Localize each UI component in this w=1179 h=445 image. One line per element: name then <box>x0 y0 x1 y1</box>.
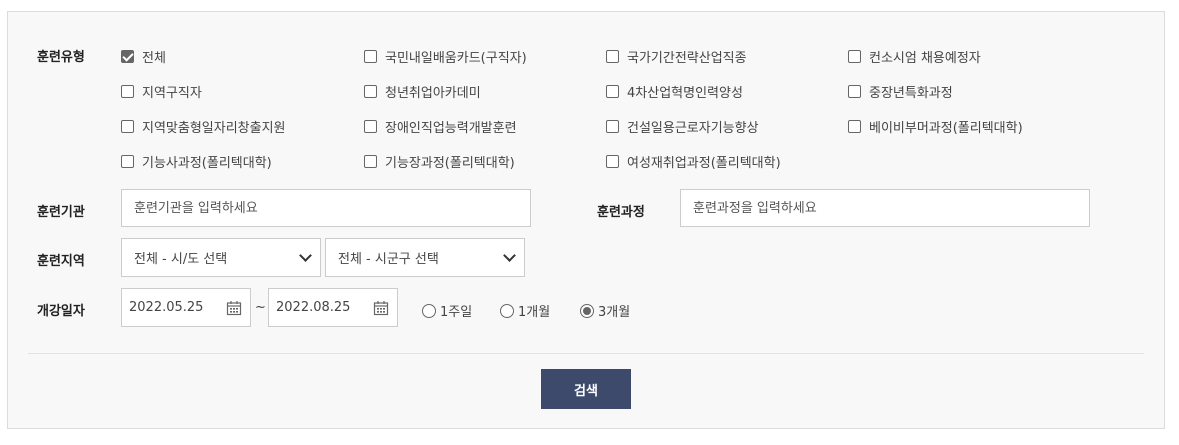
checkbox-label: 국가기간전략산업직종 <box>627 51 747 66</box>
checkbox-middle-aged[interactable]: 중장년특화과정 <box>848 82 953 101</box>
checkbox-baby-boomer[interactable]: 베이비부머과정(폴리텍대학) <box>848 117 1023 136</box>
province-select[interactable]: 전체 - 시/도 선택 <box>121 238 321 277</box>
course-input[interactable] <box>680 189 1090 227</box>
radio-1-week[interactable]: 1주일 <box>422 301 472 320</box>
checkbox-icon[interactable] <box>364 120 377 133</box>
checkbox-disabled-training[interactable]: 장애인직업능력개발훈련 <box>364 117 517 136</box>
calendar-icon[interactable] <box>226 300 242 316</box>
checkbox-label: 국민내일배움카드(구직자) <box>385 51 527 66</box>
checkbox-women-reemployment[interactable]: 여성재취업과정(폴리텍대학) <box>606 152 781 171</box>
checkbox-icon[interactable] <box>848 85 861 98</box>
calendar-icon[interactable] <box>373 300 389 316</box>
checkbox-construction-workers[interactable]: 건설일용근로자기능향상 <box>606 117 759 136</box>
date-to-value: 2022.08.25 <box>276 300 351 315</box>
province-select-value: 전체 - 시/도 선택 <box>134 252 228 267</box>
checkbox-label: 건설일용근로자기능향상 <box>627 121 759 136</box>
radio-1-month[interactable]: 1개월 <box>500 301 550 320</box>
checkbox-icon[interactable] <box>364 50 377 63</box>
checkbox-icon[interactable] <box>364 155 377 168</box>
checkbox-icon[interactable] <box>364 85 377 98</box>
checkbox-regional-jobseeker[interactable]: 지역구직자 <box>121 82 202 101</box>
region-label: 훈련지역 <box>37 254 85 269</box>
radio-label: 1주일 <box>440 305 473 320</box>
checkbox-4th-industrial[interactable]: 4차산업혁명인력양성 <box>606 82 743 101</box>
radio-selected-icon[interactable] <box>580 303 594 318</box>
chevron-down-icon <box>299 249 312 262</box>
checkbox-label: 컨소시엄 채용예정자 <box>869 51 981 66</box>
date-from-field[interactable]: 2022.05.25 <box>121 288 251 327</box>
checkbox-icon[interactable] <box>606 50 619 63</box>
checkbox-label: 지역맞춤형일자리창출지원 <box>142 121 286 136</box>
divider <box>28 353 1144 354</box>
district-select-value: 전체 - 시군구 선택 <box>338 252 439 267</box>
checkbox-national-strategic[interactable]: 국가기간전략산업직종 <box>606 47 747 66</box>
checkbox-icon[interactable] <box>121 120 134 133</box>
date-from-value: 2022.05.25 <box>129 300 204 315</box>
checkbox-icon[interactable] <box>606 85 619 98</box>
checkbox-label: 베이비부머과정(폴리텍대학) <box>869 121 1023 136</box>
checkbox-label: 중장년특화과정 <box>869 86 953 101</box>
checkbox-all[interactable]: 전체 <box>121 47 166 66</box>
checkbox-youth-academy[interactable]: 청년취업아카데미 <box>364 82 481 101</box>
checkbox-label: 지역구직자 <box>142 86 202 101</box>
course-label: 훈련과정 <box>597 205 645 220</box>
checkbox-label: 장애인직업능력개발훈련 <box>385 121 517 136</box>
checkbox-icon[interactable] <box>121 155 134 168</box>
radio-label: 3개월 <box>598 305 631 320</box>
district-select[interactable]: 전체 - 시군구 선택 <box>325 238 525 277</box>
checkbox-label: 청년취업아카데미 <box>385 86 481 101</box>
checkbox-icon[interactable] <box>121 85 134 98</box>
search-button[interactable]: 검색 <box>541 369 631 409</box>
radio-icon[interactable] <box>500 303 514 318</box>
checkbox-label: 4차산업혁명인력양성 <box>627 86 743 101</box>
checkbox-label: 기능장과정(폴리텍대학) <box>385 156 515 171</box>
checkbox-national-card[interactable]: 국민내일배움카드(구직자) <box>364 47 527 66</box>
checkbox-consortium[interactable]: 컨소시엄 채용예정자 <box>848 47 981 66</box>
institution-label: 훈련기관 <box>37 205 85 220</box>
checkbox-label: 기능사과정(폴리텍대학) <box>142 156 272 171</box>
radio-3-months[interactable]: 3개월 <box>580 301 630 320</box>
institution-input[interactable] <box>121 189 531 227</box>
search-filter-panel: 훈련유형 전체 국민내일배움카드(구직자) 국가기간전략산업직종 컨소시엄 채용… <box>7 11 1165 429</box>
checkbox-label: 전체 <box>142 51 166 66</box>
radio-icon[interactable] <box>422 303 436 318</box>
radio-label: 1개월 <box>518 305 551 320</box>
start-date-label: 개강일자 <box>37 304 85 319</box>
checkbox-icon[interactable] <box>606 155 619 168</box>
checkbox-label: 여성재취업과정(폴리텍대학) <box>627 156 781 171</box>
checkbox-checked-icon[interactable] <box>121 50 134 63</box>
date-to-field[interactable]: 2022.08.25 <box>268 288 398 327</box>
checkbox-master-craftsman[interactable]: 기능장과정(폴리텍대학) <box>364 152 515 171</box>
checkbox-technician[interactable]: 기능사과정(폴리텍대학) <box>121 152 272 171</box>
training-type-label: 훈련유형 <box>37 50 85 65</box>
date-separator: ~ <box>255 300 266 315</box>
checkbox-icon[interactable] <box>848 120 861 133</box>
checkbox-icon[interactable] <box>606 120 619 133</box>
checkbox-icon[interactable] <box>848 50 861 63</box>
chevron-down-icon <box>503 249 516 262</box>
checkbox-regional-jobs[interactable]: 지역맞춤형일자리창출지원 <box>121 117 286 136</box>
